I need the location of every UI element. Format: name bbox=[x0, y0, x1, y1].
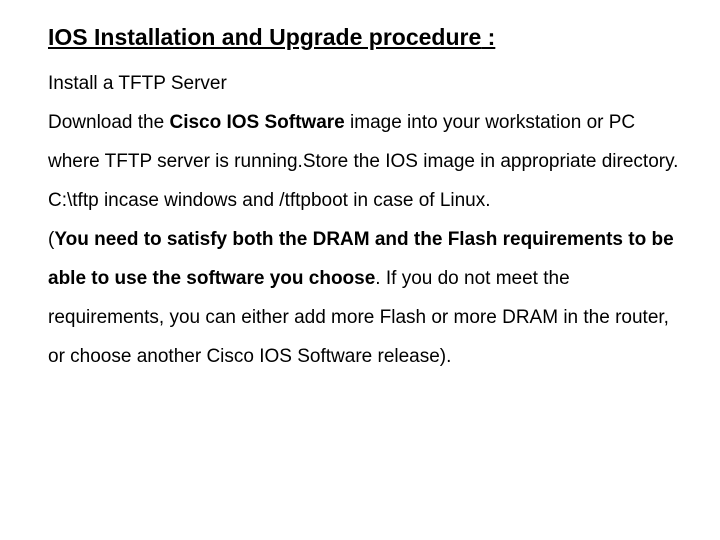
document-page: IOS Installation and Upgrade procedure :… bbox=[0, 0, 720, 377]
page-title: IOS Installation and Upgrade procedure : bbox=[48, 24, 680, 51]
line-req-b: You need to satisfy both the DRAM and th… bbox=[48, 229, 674, 289]
line-install: Install a TFTP Server bbox=[48, 73, 227, 94]
line-download-a: Download the bbox=[48, 112, 169, 133]
title-tail: : bbox=[481, 24, 495, 50]
line-download-b: Cisco IOS Software bbox=[169, 112, 344, 133]
title-underline: IOS Installation and Upgrade procedure bbox=[48, 24, 481, 50]
body-text: Install a TFTP Server Download the Cisco… bbox=[48, 65, 680, 377]
